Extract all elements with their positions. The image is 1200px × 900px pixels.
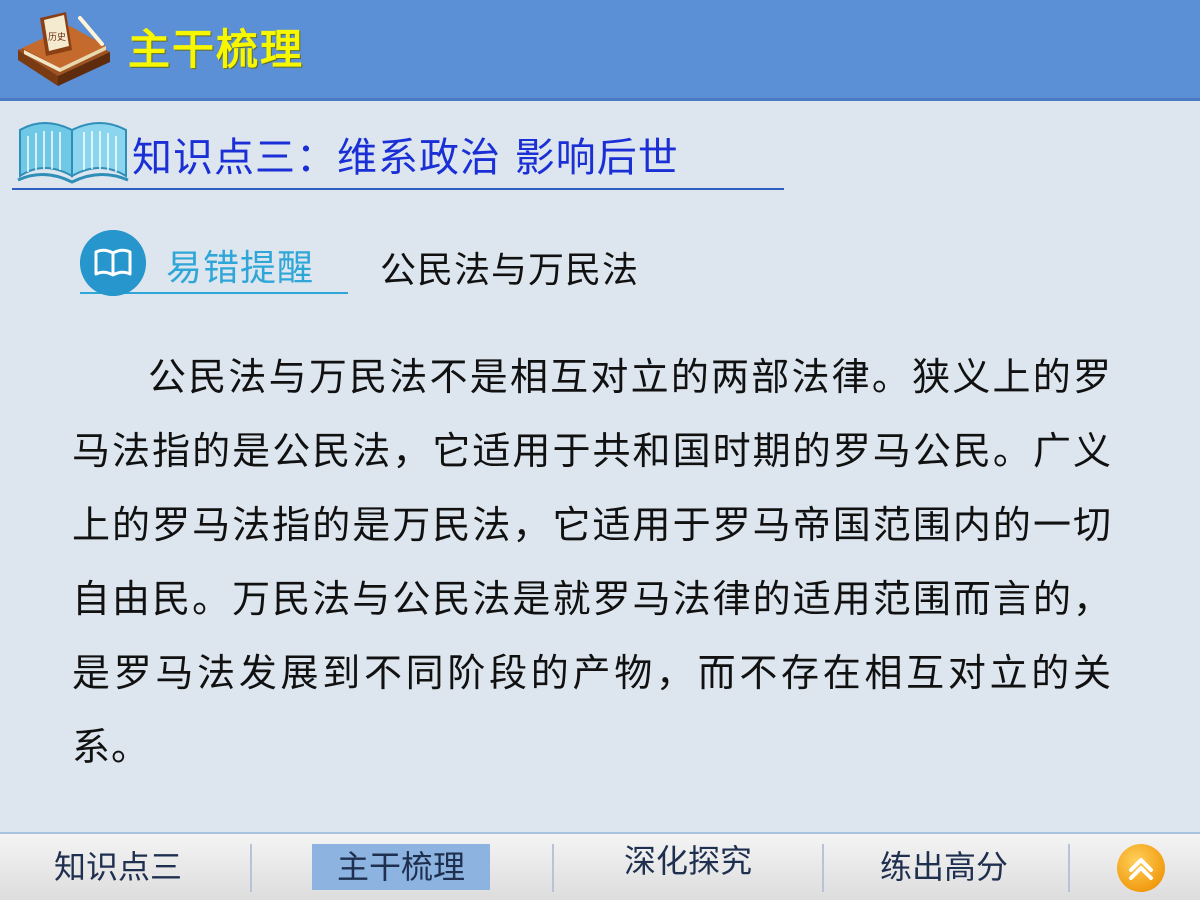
chevron-up-home-icon xyxy=(1129,858,1153,880)
nav-divider xyxy=(552,844,554,892)
book-circle-icon xyxy=(80,230,146,296)
svg-text:历史: 历史 xyxy=(48,31,66,43)
open-book-icon xyxy=(17,122,129,184)
nav-divider xyxy=(1068,844,1070,892)
history-book-icon: 历史 xyxy=(18,12,110,86)
body-paragraph: 公民法与万民法不是相互对立的两部法律。狭义上的罗马法指的是公民法，它适用于共和国… xyxy=(72,355,1112,769)
nav-divider xyxy=(822,844,824,892)
slide: 历史 主干梳理 知识点三：维系政治 影响后世 易错提醒 公民法与万民法 公民法与… xyxy=(0,0,1200,900)
home-button[interactable] xyxy=(1117,844,1165,892)
section-title: 知识点三：维系政治 影响后世 xyxy=(132,135,679,181)
tip-topic: 公民法与万民法 xyxy=(380,250,640,291)
tip-link[interactable]: 易错提醒 xyxy=(80,230,348,296)
nav-item-main-review[interactable]: 主干梳理 xyxy=(312,844,490,890)
nav-item-practice[interactable]: 练出高分 xyxy=(866,844,1022,890)
header-bar: 历史 主干梳理 xyxy=(0,0,1200,101)
nav-item-knowledge-point-3[interactable]: 知识点三 xyxy=(40,844,196,890)
nav-divider xyxy=(250,844,252,892)
nav-item-deep-inquiry[interactable]: 深化探究 xyxy=(610,838,766,884)
section-heading: 知识点三：维系政治 影响后世 xyxy=(12,112,784,190)
tip-label: 易错提醒 xyxy=(166,248,315,289)
bottom-nav: 知识点三 主干梳理 深化探究 练出高分 xyxy=(0,832,1200,900)
page-title: 主干梳理 xyxy=(128,25,305,74)
